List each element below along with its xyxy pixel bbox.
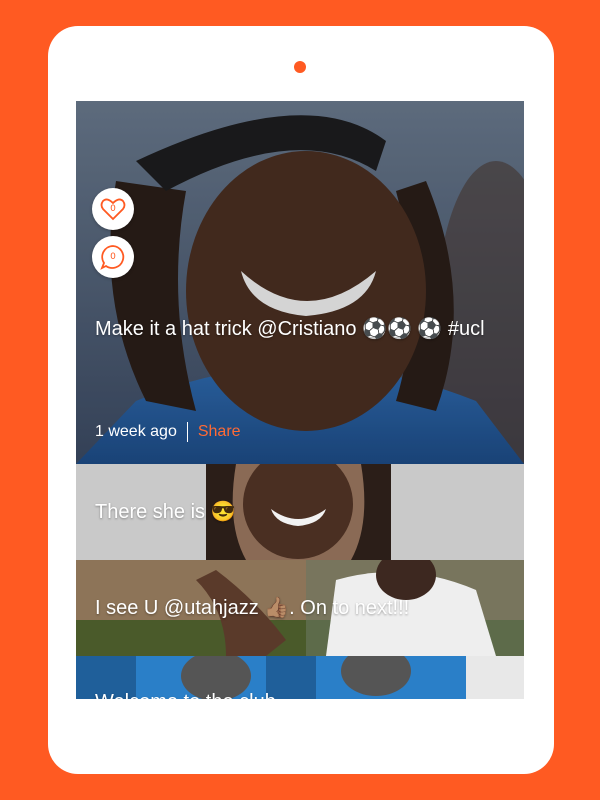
meta-divider — [186, 422, 188, 442]
post-caption: Make it a hat trick @Cristiano ⚽⚽ ⚽ #ucl — [95, 318, 485, 340]
post-meta: 1 week ago Share — [95, 422, 241, 442]
post-photo — [76, 101, 524, 464]
photo-feed[interactable]: 0 0 Make it a hat trick @Cristiano ⚽⚽ ⚽ … — [76, 101, 524, 699]
feed-post[interactable]: Welcome to the club... — [76, 656, 524, 699]
share-link[interactable]: Share — [198, 423, 241, 441]
like-count: 0 — [110, 204, 116, 214]
post-timestamp: 1 week ago — [95, 423, 177, 440]
post-caption: There she is 😎 — [95, 501, 236, 523]
feed-post[interactable]: There she is 😎 — [76, 464, 524, 560]
post-caption: I see U @utahjazz 👍🏽. On to next!!! — [95, 597, 410, 619]
feed-post-hero[interactable]: 0 0 Make it a hat trick @Cristiano ⚽⚽ ⚽ … — [76, 101, 524, 464]
camera-dot — [294, 61, 306, 73]
like-button[interactable]: 0 — [92, 188, 134, 230]
comment-button[interactable]: 0 — [92, 236, 134, 278]
post-caption: Welcome to the club... — [95, 688, 293, 699]
comment-count: 0 — [110, 252, 116, 262]
feed-post[interactable]: I see U @utahjazz 👍🏽. On to next!!! — [76, 560, 524, 656]
